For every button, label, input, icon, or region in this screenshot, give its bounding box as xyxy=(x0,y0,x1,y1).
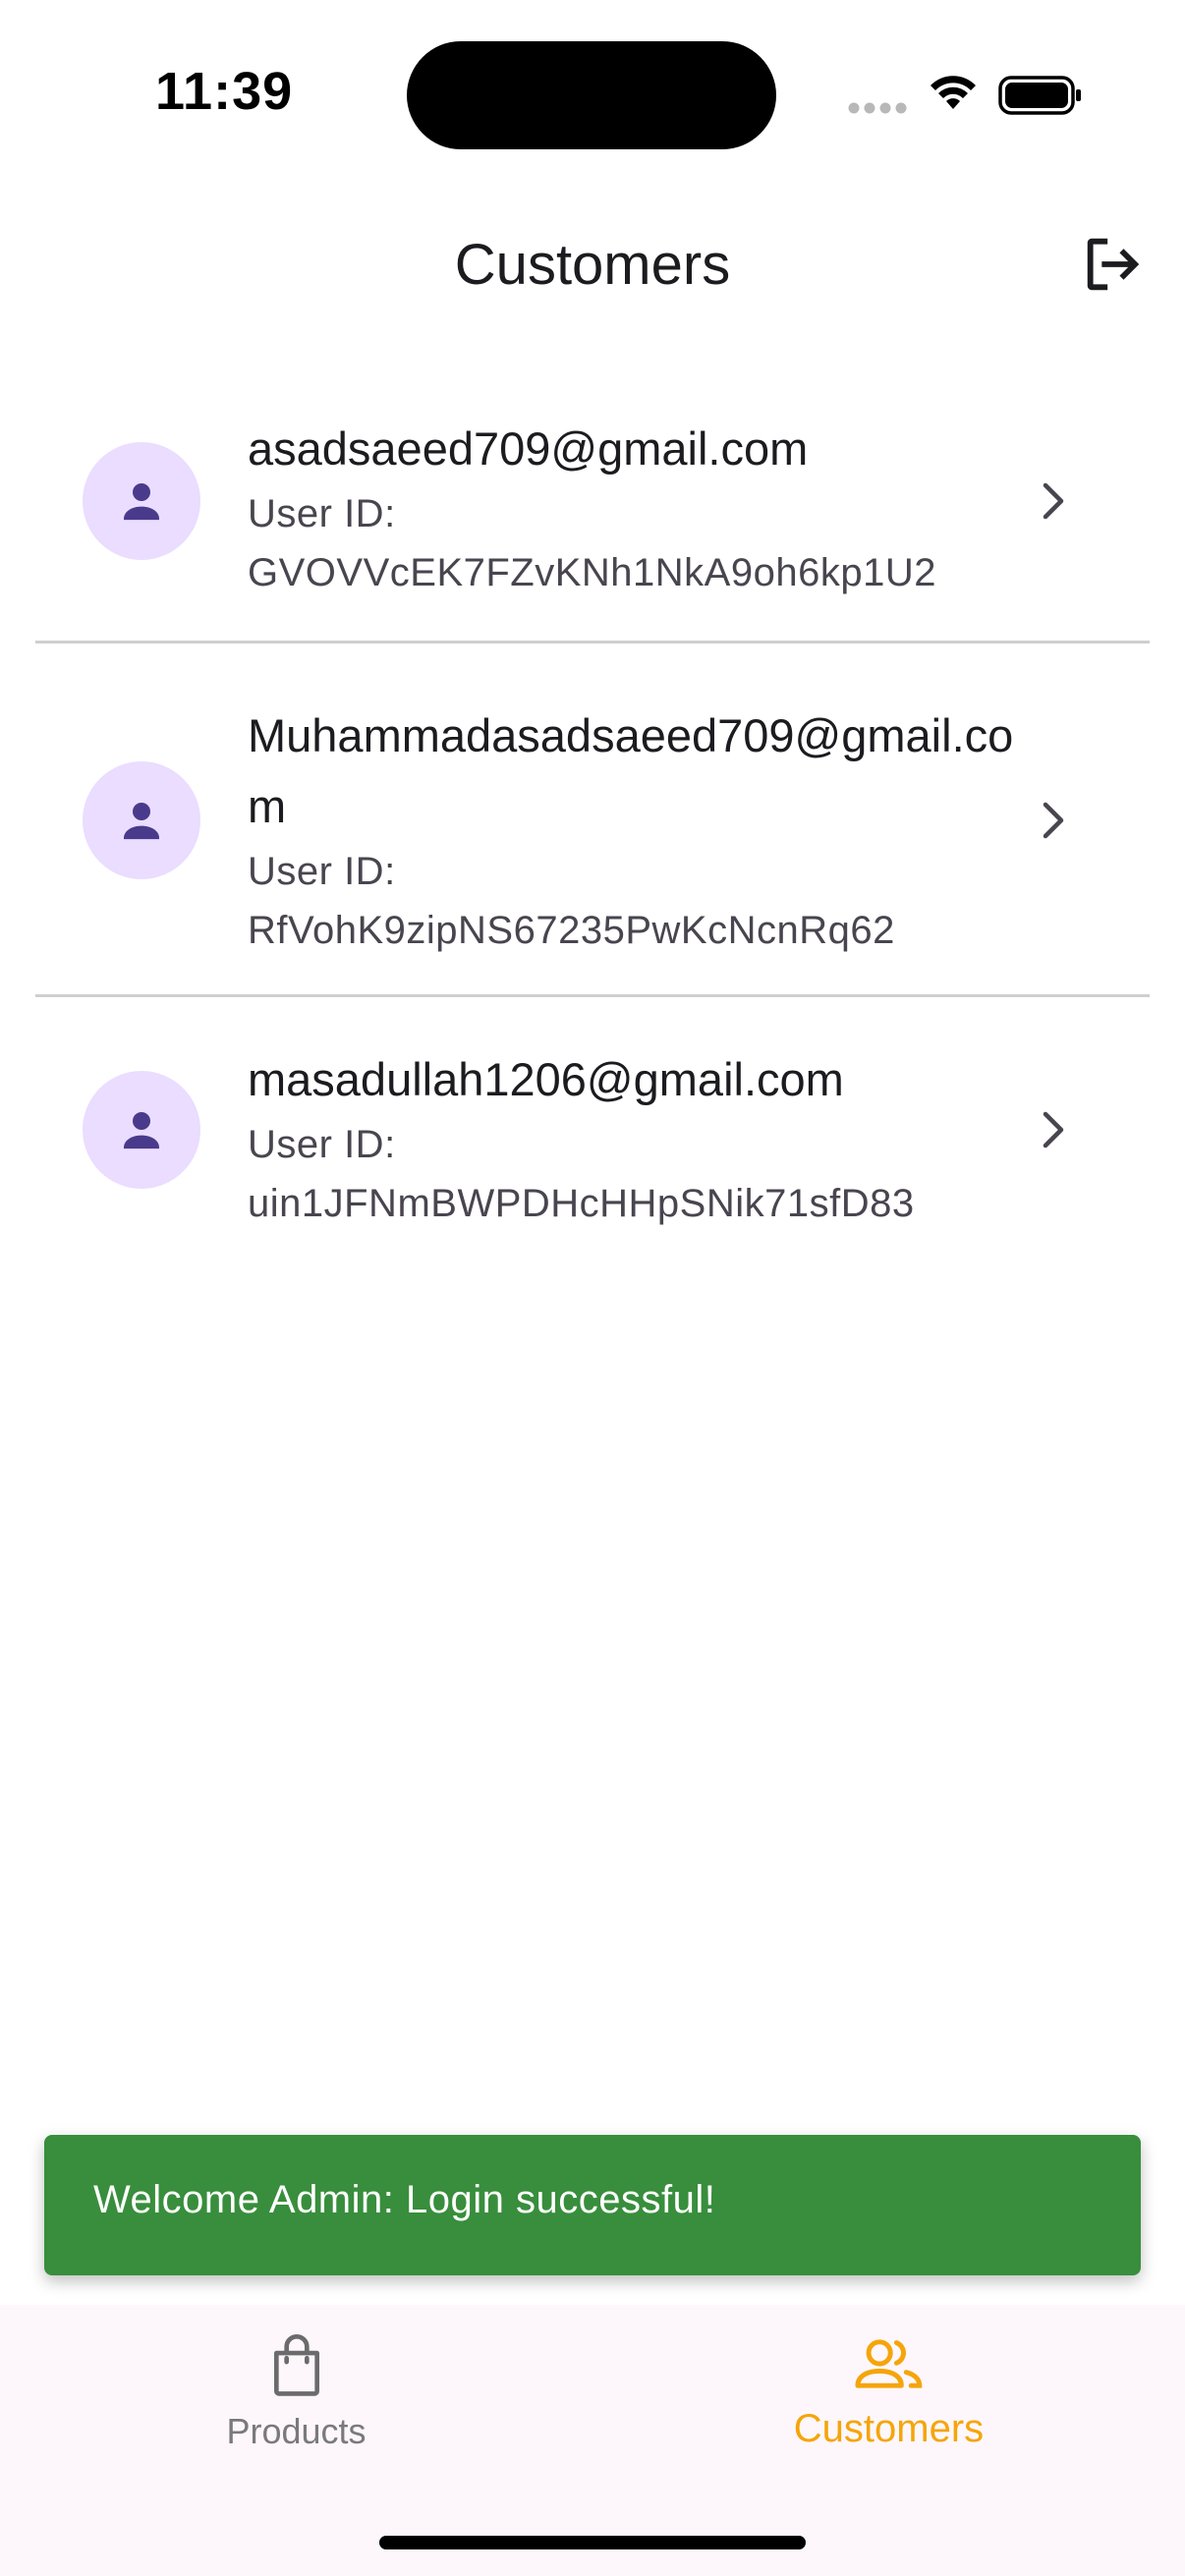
person-icon xyxy=(124,803,159,840)
wifi-icon xyxy=(931,76,976,109)
people-icon xyxy=(854,2339,922,2388)
customer-list-item[interactable]: asadsaeed709@gmail.com User ID: GVOVVcEK… xyxy=(35,378,1150,644)
customer-email: masadullah1206@gmail.com xyxy=(248,1053,844,1105)
customer-list: asadsaeed709@gmail.com User ID: GVOVVcEK… xyxy=(35,378,1150,1282)
dynamic-island xyxy=(407,41,776,149)
nav-label-products: Products xyxy=(226,2411,367,2451)
nav-tab-customers[interactable]: Customers xyxy=(592,2305,1185,2531)
battery-icon xyxy=(998,76,1081,115)
user-id-label: User ID: xyxy=(248,850,396,893)
customer-details: asadsaeed709@gmail.com User ID: GVOVVcEK… xyxy=(248,414,1034,602)
user-id-label: User ID: xyxy=(248,492,396,535)
app-bar: Customers xyxy=(0,187,1185,344)
status-bar: 11:39 xyxy=(0,0,1185,187)
customer-details: Muhammadasadsaeed709@gmail.com User ID: … xyxy=(248,700,1034,960)
chevron-right-icon xyxy=(1043,1111,1064,1148)
avatar xyxy=(83,1071,200,1189)
chevron-right-icon xyxy=(1043,802,1064,839)
nav-tab-products[interactable]: Products xyxy=(0,2305,592,2531)
nav-label-customers: Customers xyxy=(793,2407,985,2450)
avatar xyxy=(83,761,200,879)
user-id-label: User ID: xyxy=(248,1123,396,1166)
user-id-value: uin1JFNmBWPDHcHHpSNik71sfD83 xyxy=(248,1182,915,1225)
person-icon xyxy=(124,1112,159,1149)
status-time: 11:39 xyxy=(155,62,294,121)
user-id-value: RfVohK9zipNS67235PwKcNcnRq62 xyxy=(248,909,895,952)
customer-details: masadullah1206@gmail.com User ID: uin1JF… xyxy=(248,1044,1034,1233)
chevron-right-icon xyxy=(1043,482,1064,520)
snackbar: Welcome Admin: Login successful! xyxy=(44,2135,1141,2275)
logout-button[interactable] xyxy=(1071,222,1156,307)
logout-icon xyxy=(1087,238,1140,291)
customer-email: Muhammadasadsaeed709@gmail.com xyxy=(248,709,1014,832)
page-title: Customers xyxy=(454,233,731,297)
customer-list-item[interactable]: masadullah1206@gmail.com User ID: uin1JF… xyxy=(35,997,1150,1282)
person-icon xyxy=(124,483,159,521)
customer-list-item[interactable]: Muhammadasadsaeed709@gmail.com User ID: … xyxy=(35,644,1150,997)
user-id-value: GVOVVcEK7FZvKNh1NkA9oh6kp1U2 xyxy=(248,551,936,594)
snackbar-message: Welcome Admin: Login successful! xyxy=(93,2178,716,2221)
avatar xyxy=(83,442,200,560)
screen: 11:39 Customers asadsaeed709@gmail.com U… xyxy=(0,0,1185,2576)
shopping-bag-icon xyxy=(273,2334,319,2396)
home-indicator xyxy=(379,2536,806,2549)
customer-email: asadsaeed709@gmail.com xyxy=(248,422,809,475)
cellular-signal-icon xyxy=(848,102,907,114)
